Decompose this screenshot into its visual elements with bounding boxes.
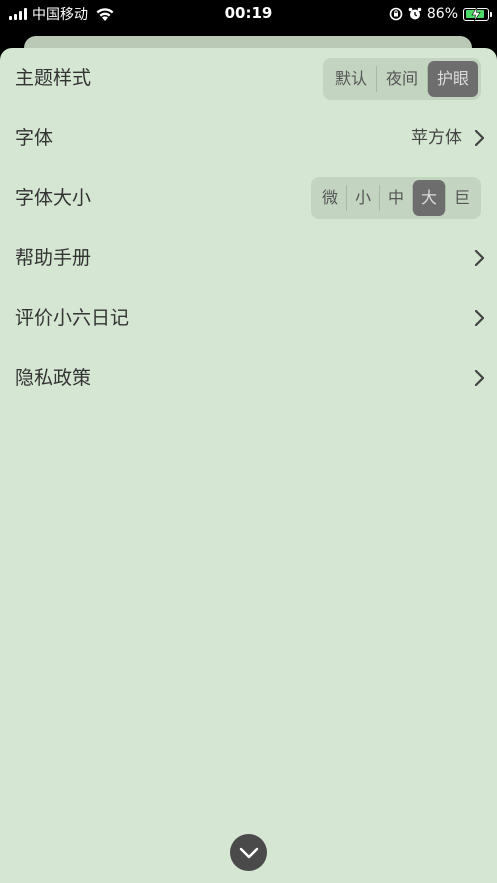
theme-row: 主题样式 默认 夜间 护眼: [0, 48, 497, 108]
orientation-lock-icon: [389, 7, 403, 21]
rate-label: 评价小六日记: [15, 307, 130, 329]
theme-option-default[interactable]: 默认: [326, 61, 376, 97]
rate-row[interactable]: 评价小六日记: [0, 288, 497, 348]
chevron-down-icon: [239, 847, 258, 858]
font-value: 苹方体: [411, 128, 462, 148]
font-row[interactable]: 字体 苹方体: [0, 108, 497, 168]
font-size-option-tiny[interactable]: 微: [314, 180, 346, 216]
alarm-icon: [408, 7, 422, 20]
theme-label: 主题样式: [15, 67, 92, 89]
battery-percent: 86%: [426, 6, 458, 22]
status-bar: 中国移动 00:19 86%: [0, 0, 497, 30]
charging-bolt-icon: [471, 6, 481, 21]
theme-segmented-control: 默认 夜间 护眼: [323, 58, 481, 100]
status-right: 86%: [389, 4, 492, 24]
font-size-option-small[interactable]: 小: [347, 180, 379, 216]
theme-option-night[interactable]: 夜间: [377, 61, 427, 97]
font-size-option-huge[interactable]: 巨: [446, 180, 478, 216]
theme-option-eye-care[interactable]: 护眼: [428, 61, 478, 97]
privacy-row[interactable]: 隐私政策: [0, 348, 497, 408]
chevron-right-icon: [474, 249, 485, 267]
collapse-button[interactable]: [230, 834, 267, 871]
font-label: 字体: [15, 127, 54, 149]
chevron-right-icon: [474, 309, 485, 327]
settings-sheet: 主题样式 默认 夜间 护眼 字体 苹方体 字体大小 微 小 中 大 巨 帮助手册: [0, 48, 497, 883]
chevron-right-icon: [474, 129, 485, 147]
privacy-label: 隐私政策: [15, 367, 92, 389]
font-size-label: 字体大小: [15, 187, 92, 209]
battery-icon: [463, 6, 492, 21]
font-size-segmented-control: 微 小 中 大 巨: [311, 177, 481, 219]
help-label: 帮助手册: [15, 247, 92, 269]
help-row[interactable]: 帮助手册: [0, 228, 497, 288]
font-size-option-medium[interactable]: 中: [380, 180, 412, 216]
chevron-right-icon: [474, 369, 485, 387]
font-size-option-large[interactable]: 大: [413, 180, 445, 216]
